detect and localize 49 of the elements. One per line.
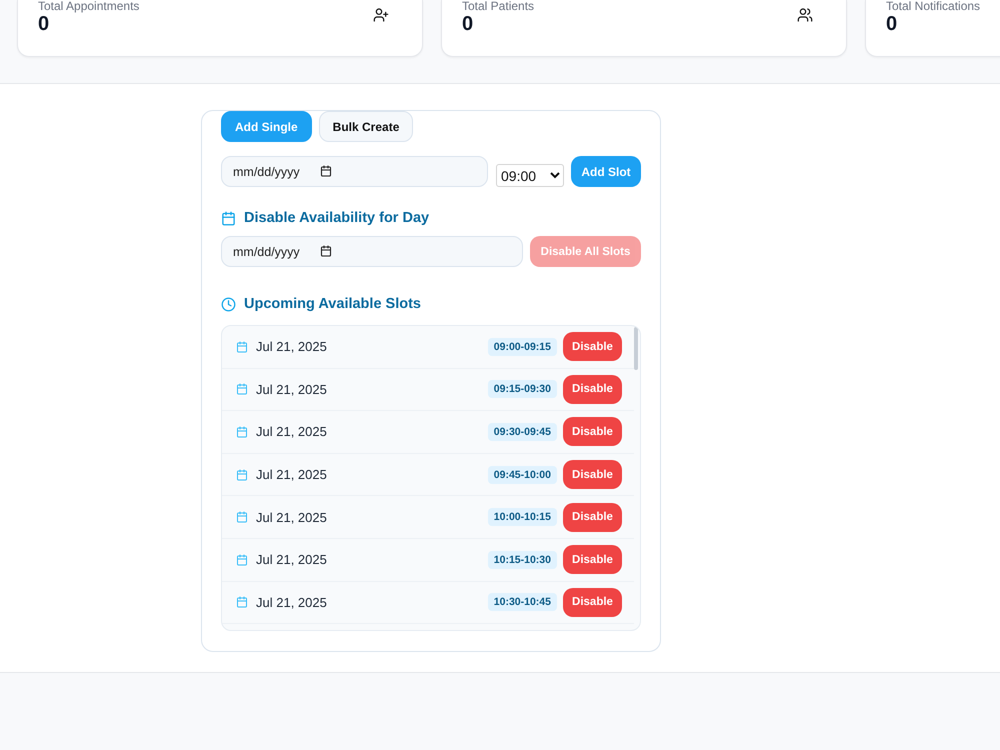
disable-button[interactable]: Disable xyxy=(563,545,622,574)
stat-value: 0 xyxy=(38,12,50,36)
tab[interactable]: Add Single xyxy=(221,111,312,142)
disable-button[interactable]: Disable xyxy=(563,460,622,490)
time-range: 09:30-09:45 xyxy=(488,422,557,441)
slot-date: Jul 21, 2025 xyxy=(256,467,327,482)
disable-button[interactable]: Disable xyxy=(563,502,622,532)
section-heading: Disable Availability for Day xyxy=(244,209,430,227)
date-field[interactable]: mm/dd/yyyy xyxy=(221,236,523,267)
slot-date: Jul 21, 2025 xyxy=(256,339,327,354)
calendar-icon xyxy=(236,426,248,438)
calendar-icon xyxy=(236,554,248,566)
calendar-icon xyxy=(236,468,248,481)
slot-date: Jul 21, 2025 xyxy=(256,510,327,525)
date-field[interactable]: mm/dd/yyyy xyxy=(221,156,488,187)
stat-label: Total Appointments xyxy=(38,0,140,12)
calendar-icon xyxy=(320,245,332,257)
stat-label: Total Patients xyxy=(462,0,534,12)
time-range: 10:15-10:30 xyxy=(488,550,557,569)
calendar-icon xyxy=(221,210,236,226)
slot-date: Jul 21, 2025 xyxy=(256,382,327,397)
disable-button[interactable]: Disable xyxy=(563,417,622,446)
time-range: 10:30-10:45 xyxy=(488,593,557,612)
calendar-icon xyxy=(320,165,332,177)
slot-date: Jul 21, 2025 xyxy=(256,424,327,440)
calendar-icon xyxy=(236,340,248,353)
disable-button[interactable]: Disable xyxy=(563,332,622,362)
user-plus-icon xyxy=(373,7,389,23)
disable-button[interactable]: Disable xyxy=(563,588,622,617)
time-range: 09:00-09:15 xyxy=(488,338,557,356)
calendar-icon xyxy=(236,383,248,396)
stat-value: 0 xyxy=(886,12,898,36)
disable-button[interactable]: Disable xyxy=(563,374,622,404)
stat-label: Total Notifications xyxy=(886,0,980,12)
slot-date: Jul 21, 2025 xyxy=(256,594,327,610)
clock-icon xyxy=(221,296,236,312)
add-slot-button[interactable]: Add Slot xyxy=(571,156,641,187)
section-heading: Upcoming Available Slots xyxy=(244,295,421,313)
time-range: 09:15-09:30 xyxy=(488,380,557,398)
users-icon xyxy=(797,7,813,23)
tab[interactable]: Bulk Create xyxy=(318,111,414,142)
stat-value: 0 xyxy=(462,12,474,36)
calendar-icon xyxy=(236,596,248,608)
time-range: 10:00-10:15 xyxy=(488,508,557,526)
scrollbar-thumb[interactable] xyxy=(634,327,638,370)
calendar-icon xyxy=(236,511,248,524)
time-select[interactable]: 09:00 xyxy=(496,164,564,187)
slot-date: Jul 21, 2025 xyxy=(256,552,327,568)
time-range: 09:45-10:00 xyxy=(488,466,557,484)
